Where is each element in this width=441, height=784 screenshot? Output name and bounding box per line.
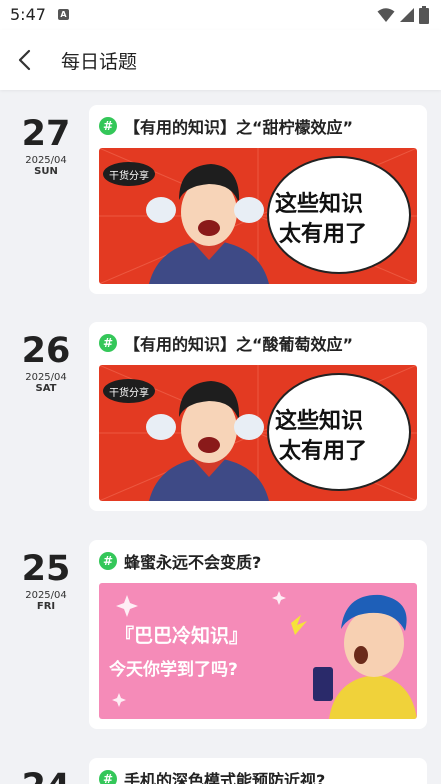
notification-icon: A (58, 9, 69, 20)
topic-banner-image: 干货分享 这些知识 太有用了 (99, 148, 417, 284)
date-weekday: SAT (35, 383, 57, 394)
hashtag-icon: # (99, 770, 117, 784)
hashtag-icon: # (99, 117, 117, 135)
banner-text-line2: 太有用了 (279, 439, 368, 464)
date-block: 25 2025/04 FRI (14, 550, 78, 612)
banner-text-line1: 这些知识 (275, 409, 364, 434)
topic-item: 27 2025/04 SUN # 【有用的知识】之“甜柠檬效应” 干货分享 这些… (0, 105, 441, 305)
date-day: 26 (21, 331, 71, 371)
system-icons (377, 6, 429, 24)
wifi-icon (377, 8, 395, 22)
banner-text-line2: 今天你学到了吗? (109, 660, 238, 680)
date-year-month: 2025/04 (25, 372, 67, 383)
topic-item: 24 # 手机的深色模式能预防近视? (0, 758, 441, 784)
topic-card[interactable]: # 蜂蜜永远不会变质? 『巴巴冷知识』 今天你学到了吗? (89, 540, 427, 729)
date-day: 24 (14, 768, 78, 784)
topic-title: 【有用的知识】之“甜柠檬效应” (124, 118, 354, 137)
app-bar: 每日话题 (0, 30, 441, 90)
topic-card[interactable]: # 【有用的知识】之“酸葡萄效应” 干货分享 这些知识 太有用了 (89, 322, 427, 511)
date-year-month: 2025/04 (25, 590, 67, 601)
cellular-signal-icon (400, 8, 414, 22)
back-arrow-icon[interactable] (14, 48, 38, 72)
hashtag-icon: # (99, 334, 117, 352)
banner-tag: 干货分享 (109, 171, 149, 182)
hashtag-icon: # (99, 552, 117, 570)
date-block: 26 2025/04 SAT (14, 332, 78, 394)
date-weekday: SUN (34, 166, 58, 177)
date-day: 27 (21, 114, 71, 154)
topic-card[interactable]: # 【有用的知识】之“甜柠檬效应” 干货分享 这些知识 太有用了 (89, 105, 427, 294)
date-block: 27 2025/04 SUN (14, 115, 78, 177)
topic-item: 26 2025/04 SAT # 【有用的知识】之“酸葡萄效应” 干货分享 这些… (0, 322, 441, 522)
topic-feed[interactable]: 27 2025/04 SUN # 【有用的知识】之“甜柠檬效应” 干货分享 这些… (0, 92, 441, 784)
topic-title: 蜂蜜永远不会变质? (124, 553, 262, 572)
topic-title: 手机的深色模式能预防近视? (124, 771, 326, 784)
topic-banner-image: 『巴巴冷知识』 今天你学到了吗? (99, 583, 417, 719)
topic-title: 【有用的知识】之“酸葡萄效应” (124, 335, 354, 354)
date-weekday: FRI (36, 601, 56, 612)
date-day: 25 (21, 549, 71, 589)
status-bar: 5:47 A (0, 0, 441, 30)
date-block: 24 (14, 768, 78, 784)
banner-text-line1: 这些知识 (275, 192, 364, 217)
banner-tag: 干货分享 (109, 388, 149, 399)
banner-text-line1: 『巴巴冷知识』 (115, 625, 249, 647)
status-time: 5:47 (10, 5, 46, 24)
topic-card[interactable]: # 手机的深色模式能预防近视? (89, 758, 427, 784)
battery-icon (419, 6, 429, 24)
topic-item: 25 2025/04 FRI # 蜂蜜永远不会变质? 『巴巴冷知识』 今天你学到… (0, 540, 441, 740)
topic-banner-image: 干货分享 这些知识 太有用了 (99, 365, 417, 501)
date-year-month: 2025/04 (25, 155, 67, 166)
banner-text-line2: 太有用了 (279, 222, 368, 247)
page-title: 每日话题 (61, 51, 138, 73)
